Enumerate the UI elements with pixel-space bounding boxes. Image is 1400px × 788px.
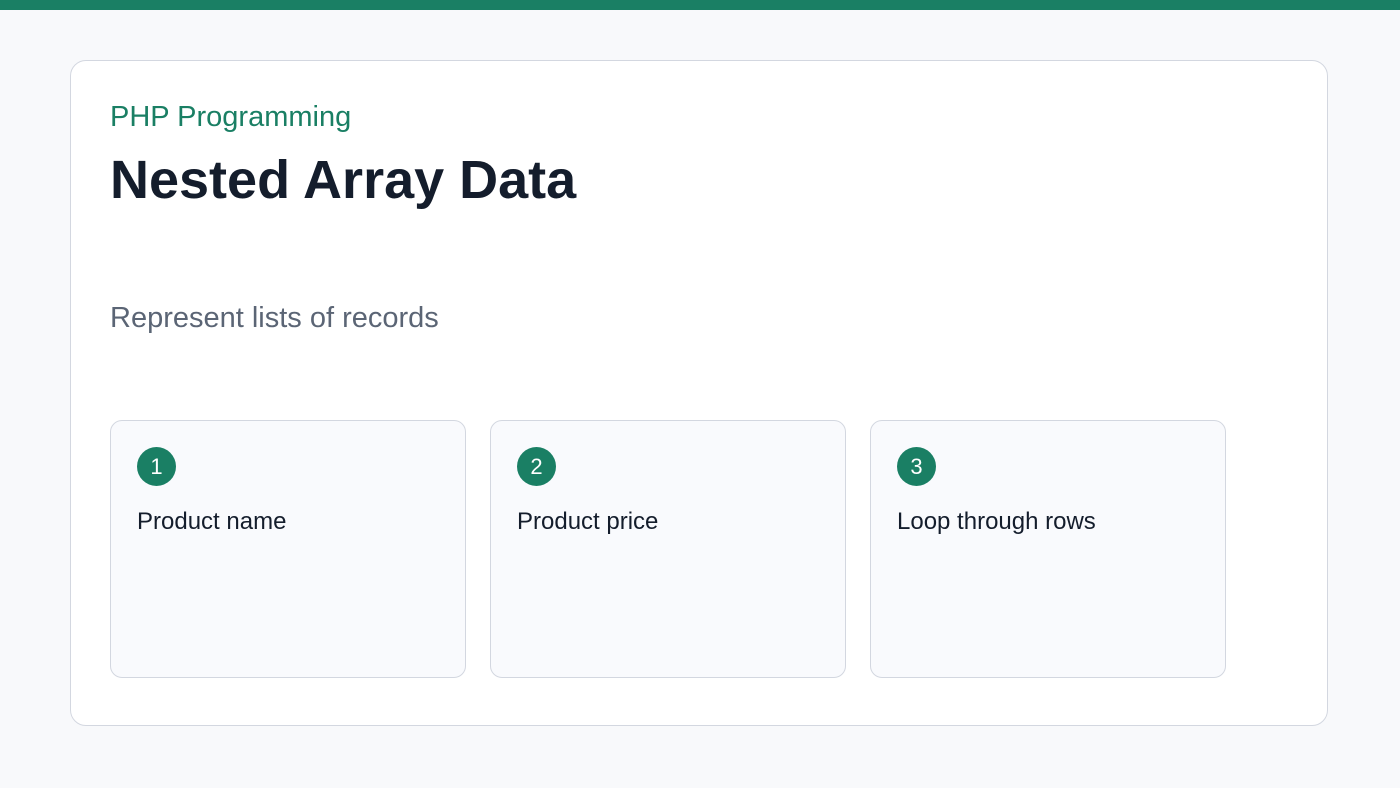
step-number-badge: 2 — [517, 447, 556, 486]
course-label: PHP Programming — [110, 101, 352, 133]
step-label: Product name — [137, 508, 287, 535]
page-title: Nested Array Data — [110, 150, 577, 210]
step-card-2: 2 Product price — [490, 420, 846, 678]
step-card-1: 1 Product name — [110, 420, 466, 678]
step-number-badge: 3 — [897, 447, 936, 486]
steps-list: 1 Product name 2 Product price 3 Loop th… — [110, 420, 1226, 678]
lesson-card: PHP Programming Nested Array Data Repres… — [70, 60, 1328, 726]
step-label: Loop through rows — [897, 508, 1096, 535]
step-label: Product price — [517, 508, 659, 535]
page-subtitle: Represent lists of records — [110, 302, 439, 334]
step-card-3: 3 Loop through rows — [870, 420, 1226, 678]
top-accent-bar — [0, 0, 1400, 10]
step-number-badge: 1 — [137, 447, 176, 486]
